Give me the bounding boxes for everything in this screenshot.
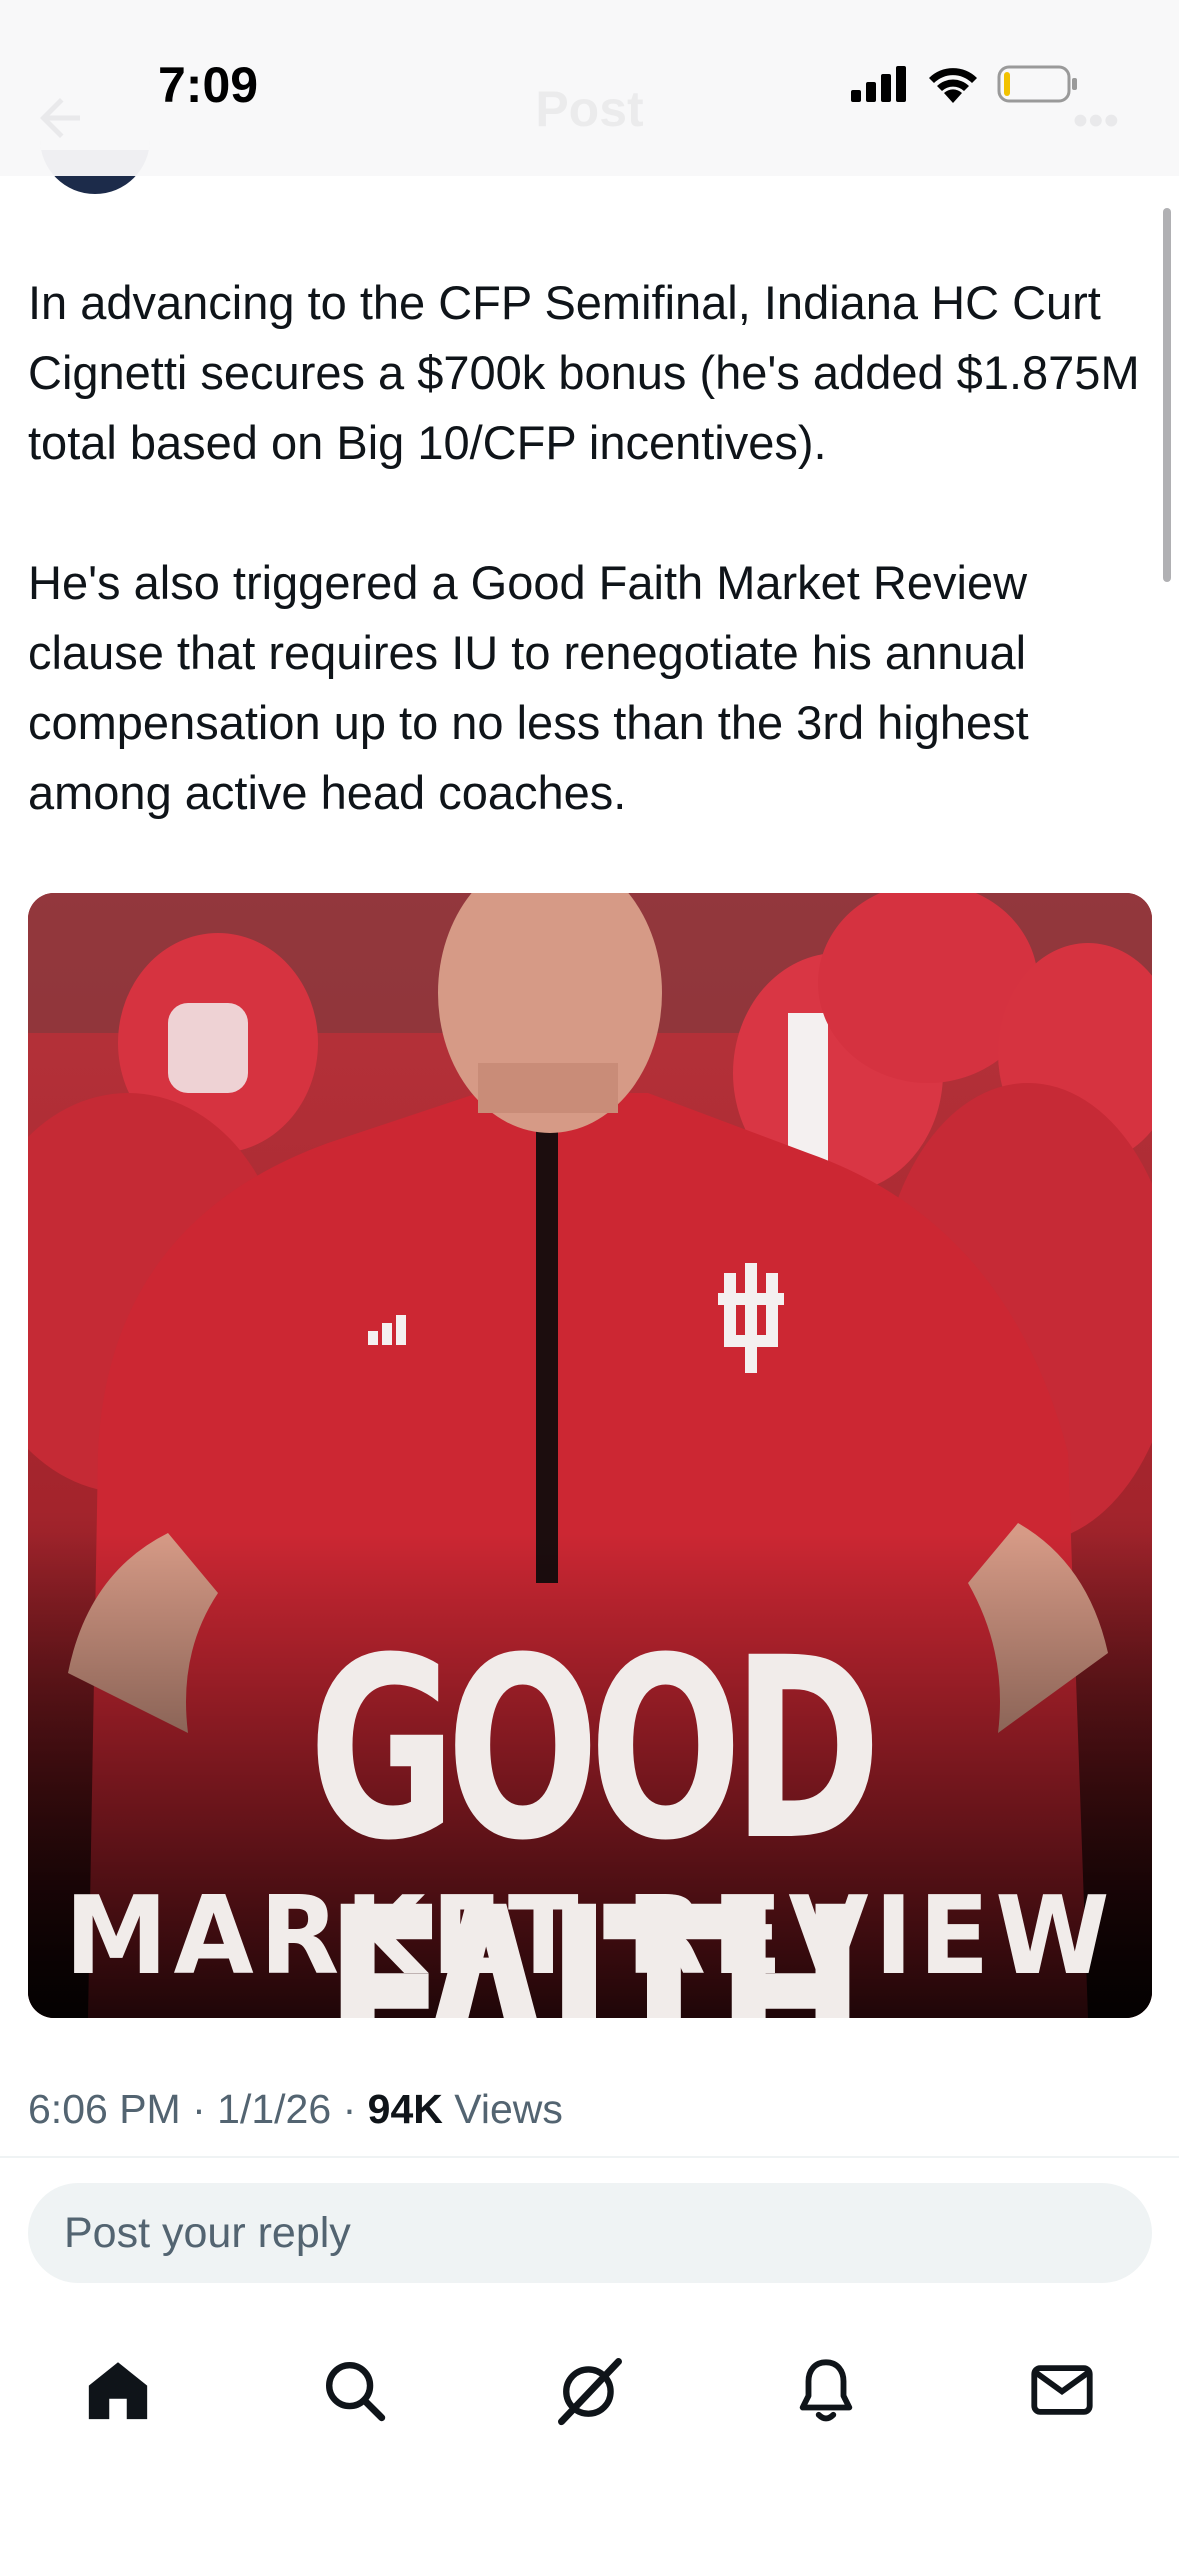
scrollbar[interactable] xyxy=(1163,208,1171,582)
nav-notifications-button[interactable] xyxy=(766,2330,886,2450)
meta-separator: · xyxy=(342,2086,357,2132)
nav-search-button[interactable] xyxy=(294,2330,414,2450)
search-icon xyxy=(326,2362,386,2422)
top-header: 7:09 Post ••• xyxy=(0,0,1179,176)
mail-icon xyxy=(1031,2365,1093,2415)
status-icons xyxy=(851,64,1079,104)
bell-icon xyxy=(799,2359,853,2422)
grok-icon xyxy=(558,2358,622,2426)
reply-placeholder: Post your reply xyxy=(64,2208,351,2257)
tweet-media-image[interactable]: GOOD FAITH MARKET REVIEW xyxy=(28,893,1152,2018)
cellular-signal-icon xyxy=(851,66,906,102)
tweet-date: 1/1/26 xyxy=(217,2086,332,2132)
meta-separator: · xyxy=(192,2086,206,2132)
nav-grok-button[interactable] xyxy=(530,2330,650,2450)
home-icon xyxy=(88,2362,148,2420)
bottom-nav xyxy=(0,2330,1179,2530)
battery-icon xyxy=(997,65,1077,103)
reply-input[interactable]: Post your reply xyxy=(28,2183,1152,2283)
views-count[interactable]: 94K xyxy=(368,2086,443,2132)
divider xyxy=(0,2156,1179,2158)
more-icon[interactable]: ••• xyxy=(1073,96,1119,146)
views-label[interactable]: Views xyxy=(454,2086,563,2132)
wifi-icon xyxy=(929,68,977,103)
media-subtitle-text: MARKET REVIEW xyxy=(64,1874,1116,1999)
nav-messages-button[interactable] xyxy=(1002,2330,1122,2450)
tweet-meta: 6:06 PM · 1/1/26 · 94K Views xyxy=(28,2086,563,2133)
tweet-text: In advancing to the CFP Semifinal, India… xyxy=(28,276,1140,819)
nav-home-button[interactable] xyxy=(58,2330,178,2450)
tweet-time: 6:06 PM xyxy=(28,2086,181,2132)
